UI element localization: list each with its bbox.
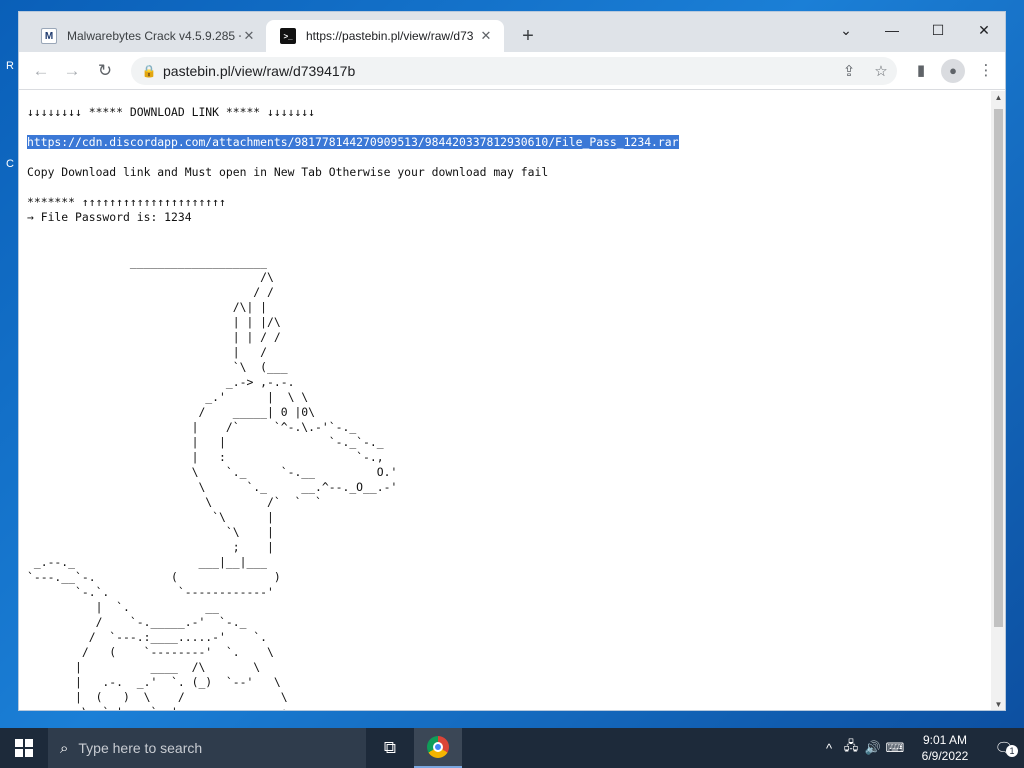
tab-strip: M Malwarebytes Crack v4.5.9.285 + ✕ >_ h… [19, 12, 1005, 52]
toolbar: ← → ↻ 🔒 pastebin.pl/view/raw/d739417b ⇪ … [19, 52, 1005, 90]
download-link-selected[interactable]: https://cdn.discordapp.com/attachments/9… [27, 135, 679, 149]
minimize-button[interactable]: — [869, 16, 915, 44]
close-icon[interactable]: ✕ [478, 28, 494, 44]
close-icon[interactable]: ✕ [241, 28, 257, 44]
browser-window: M Malwarebytes Crack v4.5.9.285 + ✕ >_ h… [18, 11, 1006, 711]
task-view-button[interactable]: ⧉ [366, 728, 414, 768]
page-content: ↓↓↓↓↓↓↓↓ ***** DOWNLOAD LINK ***** ↓↓↓↓↓… [19, 91, 991, 710]
chrome-taskbar-button[interactable] [414, 728, 462, 768]
windows-logo-icon [15, 739, 33, 757]
tab-title: Malwarebytes Crack v4.5.9.285 + [67, 29, 241, 43]
clock-time: 9:01 AM [922, 733, 968, 747]
vertical-scrollbar[interactable]: ▲ ▼ [991, 91, 1005, 710]
malwarebytes-favicon-icon: M [41, 28, 57, 44]
start-button[interactable] [0, 728, 48, 768]
keyboard-icon[interactable]: ⌨ [884, 740, 906, 756]
notification-center-button[interactable]: 🗨 1 [984, 739, 1024, 757]
profile-avatar-icon[interactable]: ● [941, 59, 965, 83]
back-button[interactable]: ← [29, 59, 53, 83]
clock[interactable]: 9:01 AM 6/9/2022 [906, 732, 984, 764]
scrollbar-thumb[interactable] [994, 109, 1003, 627]
close-window-button[interactable]: ✕ [961, 16, 1005, 44]
bookmark-star-icon[interactable]: ☆ [865, 62, 897, 80]
menu-kebab-icon[interactable]: ⋮ [974, 59, 998, 83]
chrome-icon [427, 736, 449, 758]
scroll-down-icon[interactable]: ▼ [991, 698, 1005, 710]
forward-button[interactable]: → [60, 59, 84, 83]
chevron-up-icon[interactable]: ^ [818, 741, 840, 756]
paste-body-lines: Copy Download link and Must open in New … [27, 165, 549, 710]
tab-title: https://pastebin.pl/view/raw/d73 [306, 29, 474, 43]
clock-date: 6/9/2022 [921, 749, 969, 763]
tab-malwarebytes[interactable]: M Malwarebytes Crack v4.5.9.285 + ✕ [27, 20, 267, 52]
share-icon[interactable]: ⇪ [833, 62, 865, 80]
scroll-up-icon[interactable]: ▲ [991, 91, 1005, 105]
notification-count: 1 [1006, 745, 1018, 757]
url-text: pastebin.pl/view/raw/d739417b [163, 63, 356, 79]
desktop-icon-label: C [6, 158, 14, 170]
reload-button[interactable]: ↻ [93, 59, 117, 83]
taskbar-search-box[interactable]: ⌕ Type here to search [48, 728, 366, 768]
network-icon[interactable]: 🖧 [840, 737, 862, 759]
new-tab-button[interactable]: + [516, 24, 540, 48]
desktop-icon-label: R [6, 60, 14, 72]
search-placeholder: Type here to search [78, 740, 203, 756]
raw-paste-text: ↓↓↓↓↓↓↓↓ ***** DOWNLOAD LINK ***** ↓↓↓↓↓… [19, 91, 991, 710]
tab-search-icon[interactable]: ⌄ [823, 16, 869, 44]
terminal-icon: >_ [280, 28, 296, 44]
tab-pastebin[interactable]: >_ https://pastebin.pl/view/raw/d73 ✕ [266, 20, 504, 52]
taskbar: ⌕ Type here to search ⧉ ^ 🖧 🔊 ⌨ 9:01 AM … [0, 728, 1024, 768]
side-panel-icon[interactable]: ▮ [909, 59, 933, 83]
search-icon: ⌕ [60, 739, 69, 757]
address-bar[interactable]: 🔒 pastebin.pl/view/raw/d739417b ⇪ ☆ [131, 57, 897, 85]
paste-header-lines: ↓↓↓↓↓↓↓↓ ***** DOWNLOAD LINK ***** ↓↓↓↓↓… [27, 105, 316, 119]
system-tray: ^ 🖧 🔊 ⌨ 9:01 AM 6/9/2022 🗨 1 [818, 728, 1024, 768]
volume-icon[interactable]: 🔊 [862, 740, 884, 756]
maximize-button[interactable]: ☐ [915, 16, 961, 44]
lock-icon[interactable]: 🔒 [135, 64, 163, 78]
